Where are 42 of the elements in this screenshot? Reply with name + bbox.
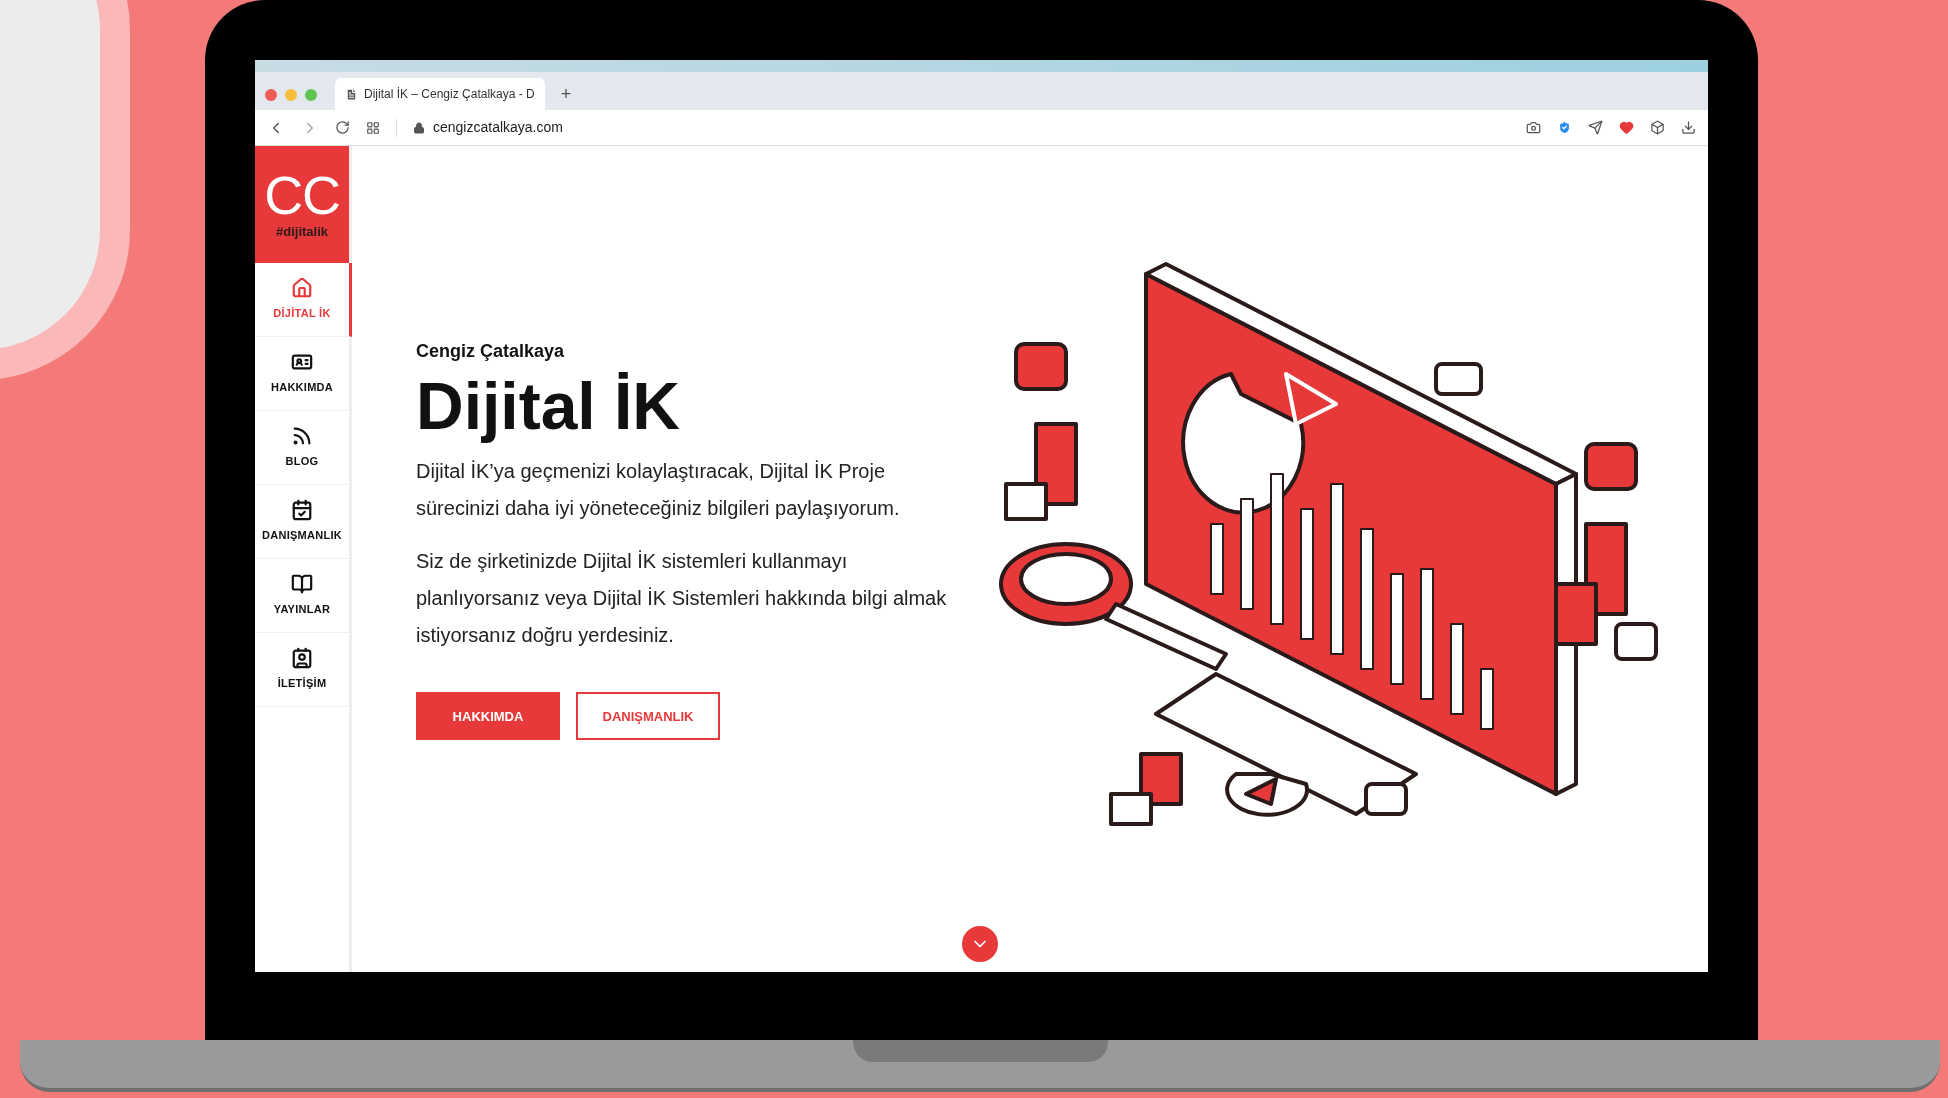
cta-button[interactable]: DANIŞMANLIK [576, 692, 720, 741]
close-window-button[interactable] [265, 89, 277, 101]
contact-card-icon [291, 647, 313, 670]
logo-block[interactable]: CC #dijitalik [255, 146, 349, 263]
lock-icon [413, 121, 425, 134]
cube-shape [1614, 622, 1658, 661]
cube-shape [1434, 362, 1483, 396]
sidebar-nav-item[interactable]: DİJİTAL İK [255, 263, 352, 337]
url-text[interactable]: cengizcatalkaya.com [433, 117, 563, 138]
sidebar-nav-item[interactable]: YAYINLAR [255, 559, 349, 633]
download-icon[interactable] [1681, 120, 1696, 135]
sidebar-nav-item[interactable]: HAKKIMDA [255, 337, 349, 411]
calendar-check-icon [291, 499, 313, 522]
shield-icon[interactable] [1557, 120, 1572, 135]
chart-bar [1480, 668, 1494, 730]
hero-title: Dijital İK [416, 367, 682, 445]
sidebar-nav-item[interactable]: DANIŞMANLIK [255, 485, 349, 559]
reload-icon[interactable] [335, 120, 350, 135]
new-tab-button[interactable]: + [552, 78, 580, 110]
cube-shape [1109, 792, 1153, 826]
hero-paragraph: Dijital İK’ya geçmenizi kolaylaştıracak, Dijital İK Proje sürecinizi daha iyi yöneteceğiniz bilgileri paylaşıyorum. [416, 459, 901, 522]
scroll-down-button[interactable] [962, 926, 998, 962]
heart-icon[interactable] [1619, 120, 1634, 135]
block-shape [1139, 752, 1183, 806]
book-icon [291, 573, 313, 596]
grid-icon[interactable] [366, 120, 380, 135]
cube-shape [1364, 782, 1408, 816]
send-icon[interactable] [1588, 120, 1603, 135]
sidebar-nav-item[interactable]: BLOG [255, 411, 349, 485]
cta-button[interactable]: HAKKIMDA [416, 692, 560, 741]
house-icon [291, 277, 313, 300]
logo-letters: CC [264, 167, 340, 222]
eyebrow-text: Cengiz Çatalkaya [416, 339, 566, 363]
cube-icon[interactable] [1650, 120, 1665, 135]
document-icon [345, 87, 358, 101]
browser-tab[interactable]: Dijital İK – Cengiz Çatalkaya - D [335, 78, 545, 110]
cube-shape [1004, 482, 1048, 521]
hero-paragraph: Siz de şirketinizde Dijital İK sistemleri kullanmayı planlıyorsanız veya Dijital İK Sistemleri hakkında bilgi almak istiyorsanız doğru yerdesiniz. [416, 549, 948, 649]
sidebar-nav-item[interactable]: İLETİŞİM [255, 633, 349, 707]
logo-tagline: #dijitalik [276, 222, 328, 241]
camera-icon[interactable] [1526, 120, 1541, 135]
chart-bar [1210, 523, 1224, 595]
